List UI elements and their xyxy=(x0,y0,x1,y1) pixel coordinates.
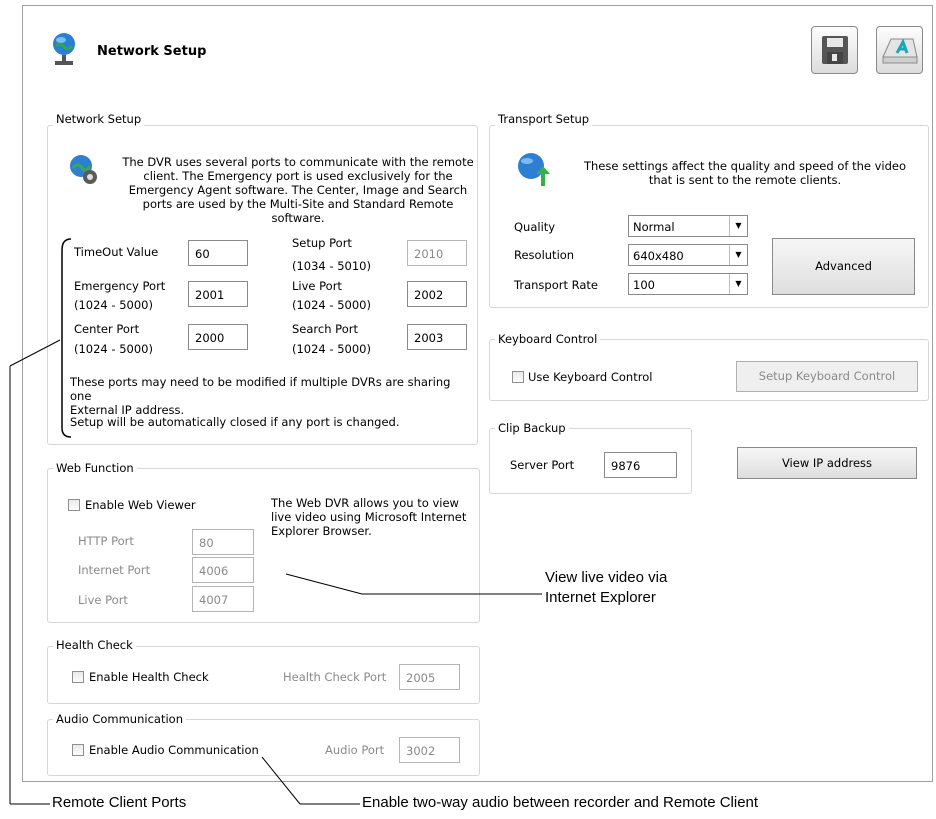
audio-annotation: Enable two-way audio between recorder an… xyxy=(362,794,759,811)
web-annotation: View live video via Internet Explorer xyxy=(545,569,668,606)
ports-annotation: Remote Client Ports xyxy=(52,794,187,811)
callout-lines xyxy=(9,238,542,805)
